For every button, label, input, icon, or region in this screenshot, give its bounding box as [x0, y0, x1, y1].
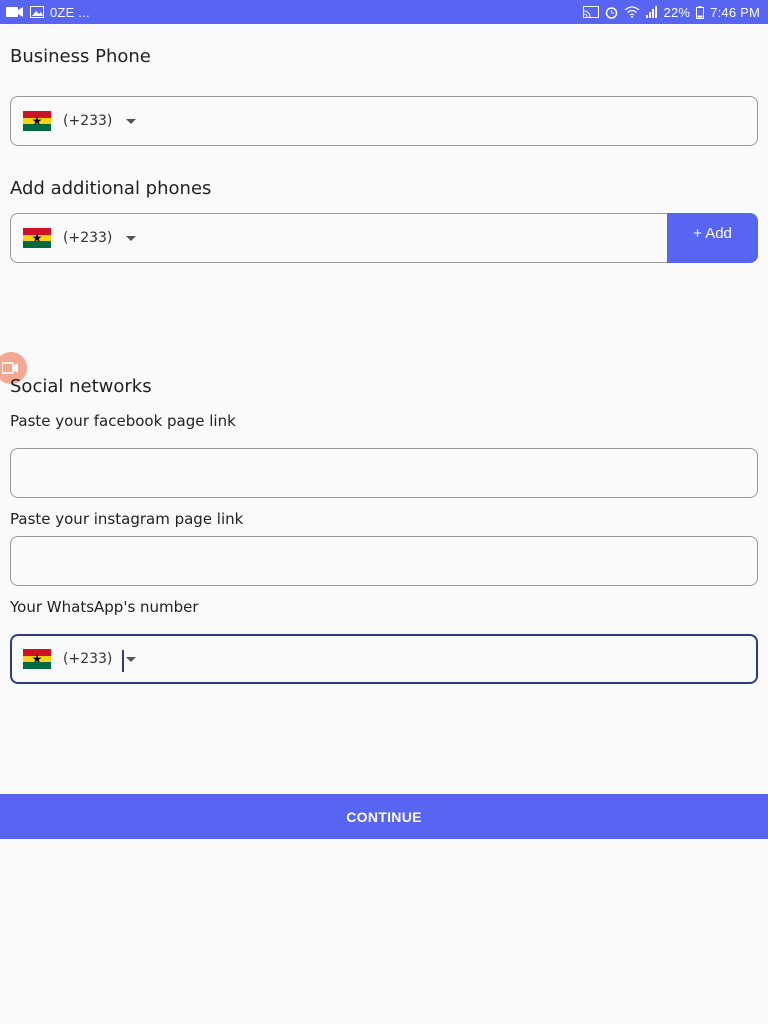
signal-icon	[645, 6, 658, 18]
facebook-label: Paste your facebook page link	[10, 412, 236, 430]
ghana-flag-icon: ★	[23, 649, 51, 669]
additional-phones-title: Add additional phones	[10, 178, 212, 199]
status-bar-left: 0ZE ...	[6, 5, 90, 20]
additional-phone-input[interactable]: ★ (+233)	[10, 213, 680, 263]
alarm-icon	[605, 6, 618, 19]
clock: 7:46 PM	[710, 4, 760, 20]
video-record-icon	[1, 359, 20, 378]
dropdown-arrow-icon	[126, 118, 137, 124]
wifi-icon	[624, 6, 640, 18]
business-phone-title: Business Phone	[10, 46, 151, 67]
country-code-picker[interactable]: ★ (+233)	[23, 636, 137, 682]
dropdown-arrow-icon	[126, 656, 137, 662]
country-code: (+233)	[63, 230, 113, 246]
country-code: (+233)	[63, 113, 113, 129]
ghana-flag-icon: ★	[23, 228, 51, 248]
text-cursor	[122, 650, 124, 672]
status-left-text: 0ZE ...	[50, 4, 90, 20]
instagram-link-input[interactable]	[10, 536, 758, 586]
country-code-picker[interactable]: ★ (+233)	[23, 97, 137, 145]
business-phone-input[interactable]: ★ (+233)	[10, 96, 758, 146]
battery-percent: 22%	[663, 4, 691, 20]
cast-icon	[582, 6, 599, 18]
status-bar: 0ZE ... 22% 7:46 PM	[0, 0, 768, 24]
instagram-label: Paste your instagram page link	[10, 510, 244, 528]
dropdown-arrow-icon	[126, 235, 137, 241]
facebook-link-input[interactable]	[10, 448, 758, 498]
battery-icon	[696, 5, 705, 19]
country-code: (+233)	[63, 651, 113, 667]
add-phone-button[interactable]: + Add	[667, 213, 758, 263]
video-icon	[6, 6, 24, 18]
social-networks-title: Social networks	[10, 376, 152, 397]
country-code-picker[interactable]: ★ (+233)	[23, 214, 137, 262]
whatsapp-label: Your WhatsApp's number	[10, 598, 199, 616]
ghana-flag-icon: ★	[23, 111, 51, 131]
status-bar-right: 22% 7:46 PM	[582, 4, 760, 20]
whatsapp-number-input[interactable]: ★ (+233)	[10, 634, 758, 684]
image-icon	[30, 6, 44, 18]
continue-button[interactable]: CONTINUE	[0, 794, 768, 839]
